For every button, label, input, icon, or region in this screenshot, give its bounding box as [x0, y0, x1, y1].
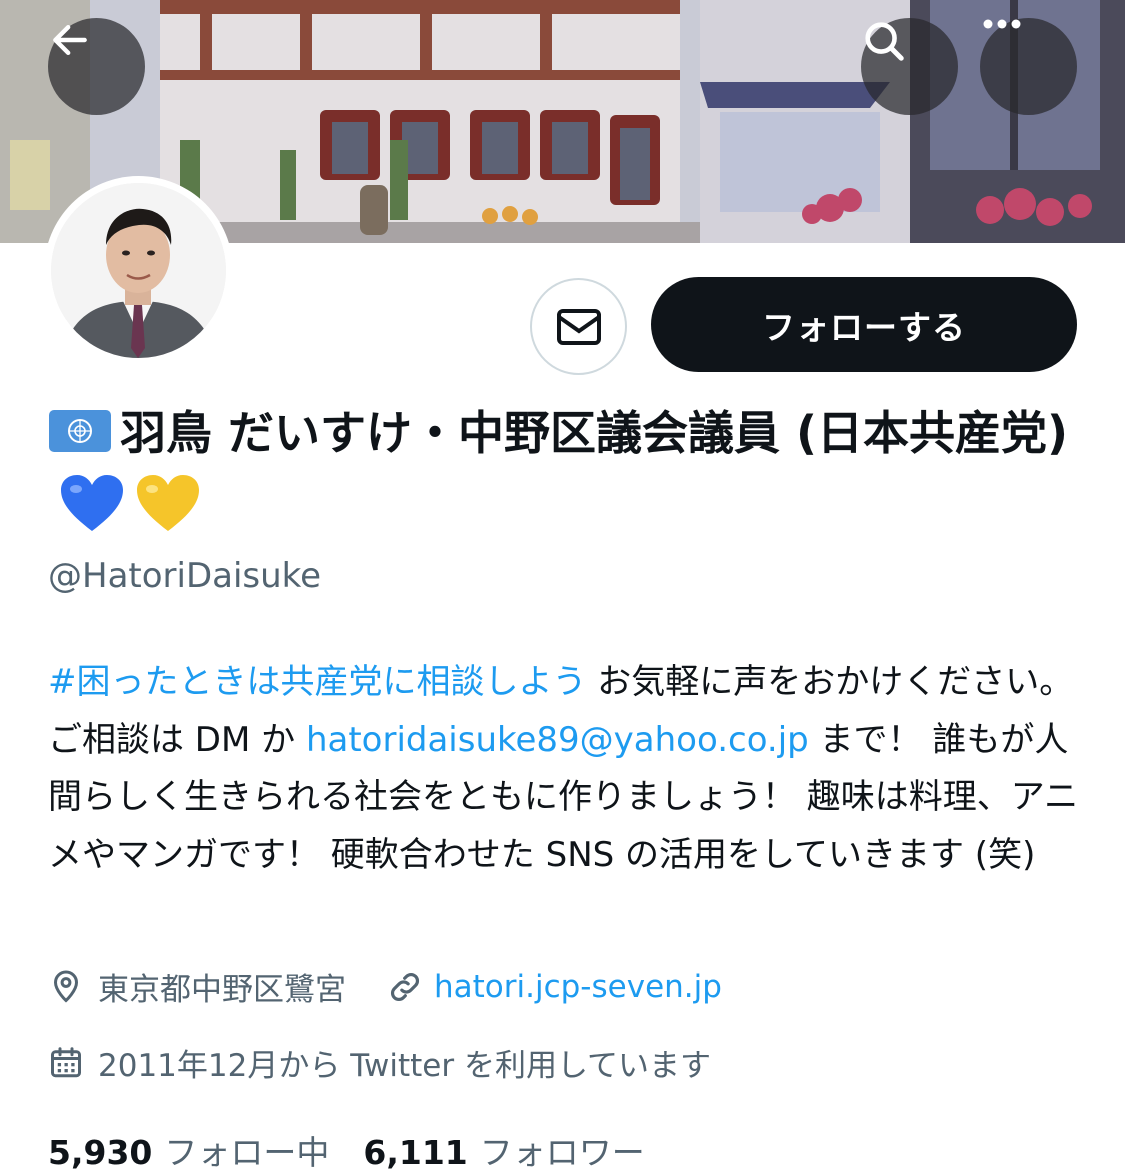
location-pin-icon: [53, 970, 79, 1003]
calendar-icon: [51, 1046, 81, 1077]
message-button[interactable]: [530, 278, 627, 375]
profile-website-link[interactable]: hatori.jcp-seven.jp: [434, 969, 722, 1005]
profile-meta-location-row: 東京都中野区鷺宮 hatori.jcp-seven.jp: [48, 964, 722, 1009]
follow-button[interactable]: フォローする: [651, 277, 1077, 372]
followers-stat[interactable]: 6,111 フォロワー: [363, 1126, 644, 1174]
profile-joined-date: 2011年12月から Twitter を利用しています: [98, 1048, 712, 1084]
back-button[interactable]: [48, 18, 145, 115]
followers-label: フォロワー: [479, 1133, 645, 1172]
link-icon: [391, 972, 419, 1001]
profile-stats: 5,930 フォロー中 6,111 フォロワー: [48, 1126, 645, 1174]
arrow-left-icon: [53, 24, 87, 56]
profile-bio: #困ったときは共産党に相談しよう お気軽に声をおかけください。ご相談は DM か…: [48, 654, 1088, 884]
envelope-icon: [556, 308, 601, 345]
un-flag-icon: [49, 410, 111, 452]
more-dots-icon: [983, 19, 1021, 29]
more-options-button[interactable]: [980, 18, 1077, 115]
following-label: フォロー中: [164, 1133, 330, 1172]
bio-email-link[interactable]: hatoridaisuke89@yahoo.co.jp: [306, 720, 809, 760]
blue-heart-icon: [61, 475, 123, 531]
following-count: 5,930: [48, 1133, 153, 1172]
profile-meta-joined-row: 2011年12月から Twitter を利用しています: [48, 1040, 711, 1085]
search-button[interactable]: [861, 18, 958, 115]
bio-hashtag-link[interactable]: #困ったときは共産党に相談しよう: [48, 662, 587, 702]
following-stat[interactable]: 5,930 フォロー中: [48, 1126, 329, 1174]
profile-location: 東京都中野区鷺宮: [98, 972, 346, 1008]
profile-display-name: 羽鳥 だいすけ・中野区議会議員 (日本共産党): [48, 396, 1088, 544]
yellow-heart-icon: [137, 475, 199, 531]
profile-avatar[interactable]: [44, 176, 233, 365]
avatar-photo: [51, 183, 226, 358]
search-icon: [865, 22, 904, 61]
display-name-text: 羽鳥 だいすけ・中野区議会議員 (日本共産党): [120, 406, 1069, 460]
followers-count: 6,111: [363, 1133, 468, 1172]
profile-handle: @HatoriDaisuke: [48, 556, 322, 596]
